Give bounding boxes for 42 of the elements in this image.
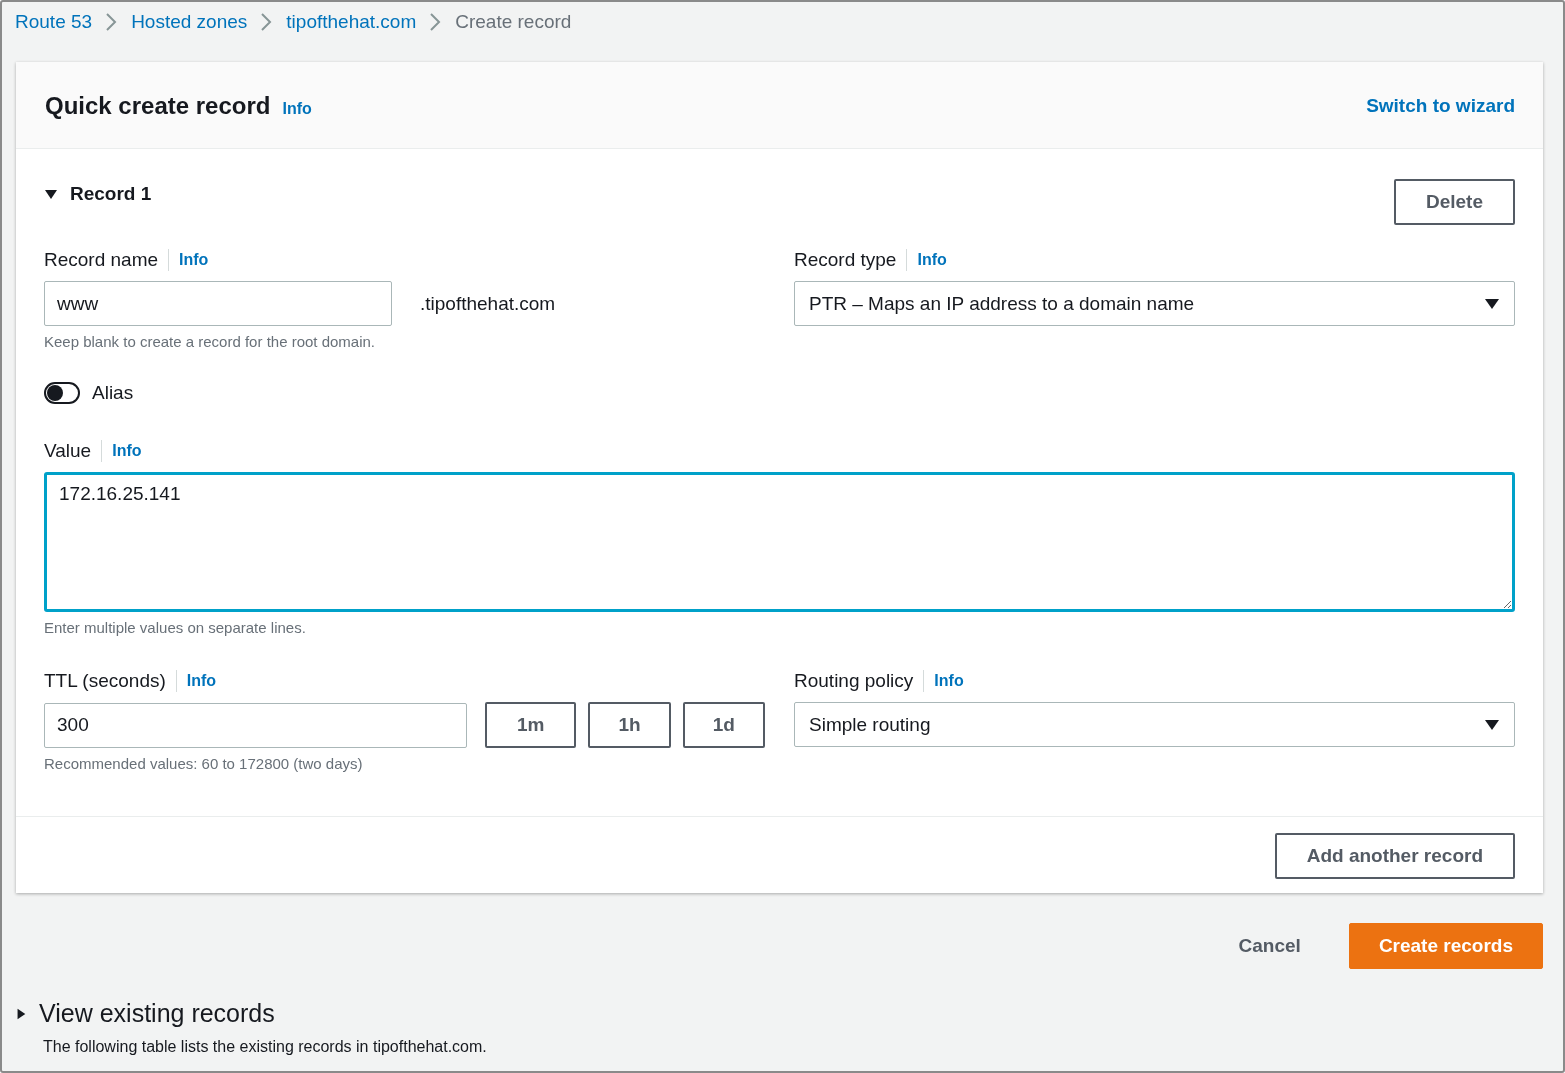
- info-link[interactable]: Info: [917, 251, 947, 269]
- record-name-field[interactable]: www: [44, 281, 392, 326]
- routing-policy-select[interactable]: Simple routing: [794, 702, 1515, 747]
- info-link[interactable]: Info: [282, 100, 312, 118]
- section-description: The following table lists the existing records in tipofthehat.com.: [43, 1038, 488, 1056]
- caret-down-icon: [1484, 718, 1500, 731]
- record-type-select[interactable]: PTR – Maps an IP address to a domain name: [794, 281, 1515, 326]
- field-label: Record name: [44, 249, 159, 271]
- caret-down-icon: [1484, 297, 1500, 310]
- breadcrumb-link[interactable]: Route 53: [15, 11, 93, 33]
- field-hint: Enter multiple values on separate lines.: [44, 619, 307, 636]
- value-field[interactable]: 172.16.25.141: [44, 472, 1515, 612]
- domain-suffix: .tipofthehat.com: [420, 292, 556, 315]
- breadcrumb-link[interactable]: tipofthehat.com: [286, 11, 417, 33]
- ttl-field[interactable]: 300: [44, 702, 467, 748]
- field-label: Value: [44, 440, 92, 462]
- ttl-preset-button[interactable]: 1h: [588, 702, 671, 748]
- panel-title: Quick create record: [45, 92, 271, 120]
- field-label: Record type: [794, 249, 897, 271]
- breadcrumb-current: Create record: [455, 11, 572, 33]
- info-link[interactable]: Info: [112, 442, 142, 460]
- chevron-right-icon: [261, 13, 273, 31]
- ttl-preset-button[interactable]: 1m: [485, 702, 577, 748]
- delete-button[interactable]: Delete: [1393, 179, 1515, 225]
- info-link[interactable]: Info: [186, 672, 217, 690]
- cancel-button[interactable]: Cancel: [1232, 934, 1307, 958]
- chevron-right-icon: [106, 13, 118, 31]
- add-record-button[interactable]: Add another record: [1274, 833, 1515, 879]
- alias-toggle[interactable]: [44, 382, 80, 404]
- ttl-preset-button[interactable]: 1d: [682, 702, 765, 748]
- info-link[interactable]: Info: [179, 251, 209, 269]
- field-hint: Recommended values: 60 to 172800 (two days): [44, 755, 364, 772]
- breadcrumb-link[interactable]: Hosted zones: [131, 11, 248, 33]
- record-expander[interactable]: Record 1: [44, 183, 152, 205]
- chevron-right-icon: [430, 13, 442, 31]
- switch-to-wizard-link[interactable]: Switch to wizard: [1366, 95, 1515, 117]
- field-hint: Keep blank to create a record for the root domain.: [44, 333, 377, 350]
- field-label: Routing policy: [794, 670, 914, 692]
- existing-records-expander[interactable]: View existing records: [15, 999, 1543, 1028]
- field-label: TTL (seconds): [44, 670, 166, 692]
- toggle-label: Alias: [92, 382, 134, 404]
- info-link[interactable]: Info: [934, 672, 964, 690]
